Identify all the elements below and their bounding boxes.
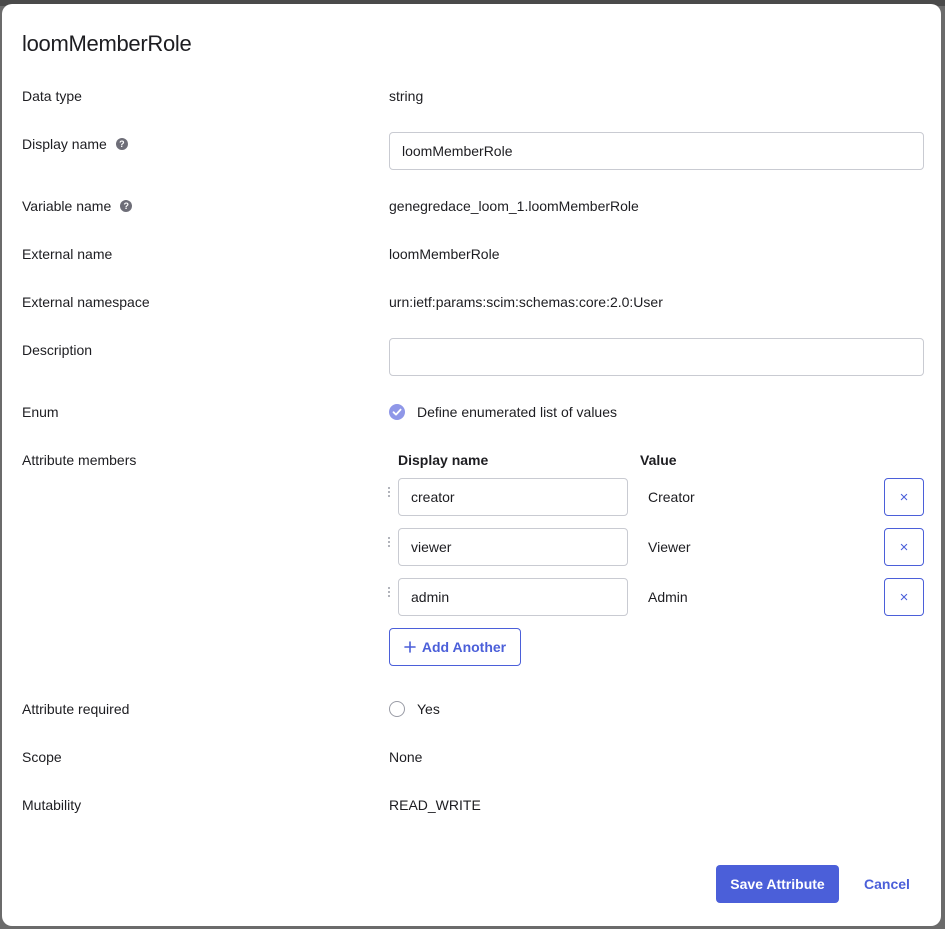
enum-label-text: Enum [22, 404, 59, 420]
plus-icon [404, 641, 416, 653]
data-type-label: Data type [22, 88, 82, 104]
attribute-required-label: Attribute required [22, 701, 129, 717]
help-icon[interactable]: ? [120, 200, 133, 212]
display-name-input-value: loomMemberRole [402, 143, 513, 159]
dialog-title: loomMemberRole [22, 31, 192, 56]
external-name-value: loomMemberRole [389, 246, 500, 262]
remove-member-button[interactable]: × [884, 528, 924, 566]
cancel-button[interactable]: Cancel [862, 865, 912, 903]
member-display-name-input[interactable]: creator [398, 478, 628, 516]
data-type-value: string [389, 88, 424, 104]
member-display-name-input[interactable]: viewer [398, 528, 628, 566]
drag-handle-icon[interactable] [388, 487, 392, 501]
member-display-name-value: admin [411, 589, 450, 605]
description-label-text: Description [22, 342, 93, 358]
enum-label: Enum [22, 404, 59, 420]
edit-attribute-dialog: loomMemberRole Data type string Display … [2, 4, 941, 926]
scope-label-text: Scope [22, 749, 62, 765]
external-namespace-label: External namespace [22, 294, 150, 310]
member-display-name-value: viewer [411, 539, 452, 555]
save-attribute-button[interactable]: Save Attribute [716, 865, 839, 903]
scope-label: Scope [22, 749, 62, 765]
external-namespace-value: urn:ietf:params:scim:schemas:core:2.0:Us… [389, 294, 663, 310]
enum-checkbox[interactable] [389, 404, 405, 420]
external-namespace-label-text: External namespace [22, 294, 150, 310]
attribute-members-label-text: Attribute members [22, 452, 137, 468]
members-col-display-name: Display name [398, 452, 489, 468]
data-type-label-text: Data type [22, 88, 82, 104]
add-another-label: Add Another [421, 639, 507, 655]
external-name-label-text: External name [22, 246, 113, 262]
drag-handle-icon[interactable] [388, 537, 392, 551]
external-name-label: External name [22, 246, 112, 262]
variable-name-label-text: Variable name [22, 198, 112, 214]
add-another-button[interactable]: Add Another [389, 628, 521, 666]
attribute-required-checkbox-label[interactable]: Yes [417, 701, 440, 717]
members-col-value: Value [640, 452, 677, 468]
member-display-name-value: creator [411, 489, 455, 505]
close-icon: × [899, 538, 909, 556]
description-input[interactable] [389, 338, 924, 376]
remove-member-button[interactable]: × [884, 478, 924, 516]
attribute-required-label-text: Attribute required [22, 701, 130, 717]
drag-handle-icon[interactable] [388, 587, 392, 601]
enum-checkbox-label[interactable]: Define enumerated list of values [417, 404, 617, 420]
scope-value: None [389, 749, 423, 765]
close-icon: × [899, 488, 909, 506]
member-value: Viewer [648, 539, 691, 555]
help-icon[interactable]: ? [115, 138, 128, 150]
attribute-required-checkbox[interactable] [389, 701, 405, 717]
display-name-label: Display name ? [22, 136, 128, 152]
member-value: Creator [648, 489, 695, 505]
remove-member-button[interactable]: × [884, 578, 924, 616]
display-name-input[interactable]: loomMemberRole [389, 132, 924, 170]
close-icon: × [899, 588, 909, 606]
variable-name-value: genegredace_loom_1.loomMemberRole [389, 198, 639, 214]
description-label: Description [22, 342, 92, 358]
variable-name-label: Variable name ? [22, 198, 133, 214]
mutability-label: Mutability [22, 797, 81, 813]
member-display-name-input[interactable]: admin [398, 578, 628, 616]
member-value: Admin [648, 589, 688, 605]
attribute-members-label: Attribute members [22, 452, 136, 468]
mutability-value: READ_WRITE [389, 797, 481, 813]
display-name-label-text: Display name [22, 136, 107, 152]
checkmark-icon [392, 408, 402, 416]
mutability-label-text: Mutability [22, 797, 82, 813]
